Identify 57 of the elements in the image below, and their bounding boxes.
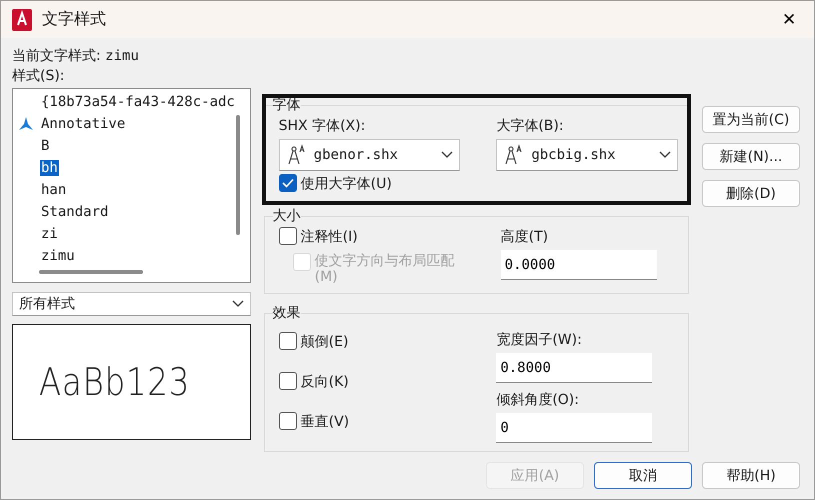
style-filter-dropdown[interactable]: 所有样式 [12, 292, 251, 316]
chevron-down-icon [659, 151, 672, 159]
field-label: 倾斜角度(O): [496, 391, 580, 410]
style-item[interactable]: B [19, 135, 250, 157]
oblique-angle-field[interactable]: 0 [496, 413, 652, 443]
field-label: 宽度因子(W): [496, 331, 583, 350]
current-style-text: 当前文字样式: zimu [12, 47, 140, 66]
checkbox[interactable] [278, 412, 297, 430]
checkbox[interactable] [278, 332, 297, 350]
side-button[interactable]: 删除(D) [702, 180, 800, 207]
side-button[interactable]: 新建(N)... [702, 143, 800, 170]
checkbox[interactable] [278, 372, 297, 390]
style-item[interactable]: zi [19, 223, 250, 245]
checkbox-label: 使用大字体(U) [300, 175, 392, 194]
style-item[interactable]: bh [19, 157, 250, 179]
group-title: 效果 [272, 304, 301, 322]
checkbox-label: 反向(K) [300, 373, 349, 392]
checkbox-row[interactable]: 颠倒(E) [278, 332, 460, 352]
field-label: SHX 字体(X): [278, 117, 366, 136]
scrollbar-thumb[interactable] [236, 115, 240, 235]
font-dropdown[interactable]: gbenor.shx [278, 139, 460, 171]
field-label: 高度(T) [500, 228, 550, 247]
height-field[interactable]: 0.0000 [500, 250, 657, 280]
checkbox-label: 使文字方向与布局匹配(M) [314, 253, 456, 285]
checkbox-label: 注释性(I) [300, 228, 358, 247]
group-title: 大小 [272, 207, 301, 225]
dialog-button[interactable]: 取消 [594, 462, 692, 489]
chevron-down-icon [232, 300, 244, 308]
font-dropdown[interactable]: gbcbig.shx [496, 139, 678, 171]
checkbox-row[interactable]: 垂直(V) [278, 412, 460, 432]
side-button[interactable]: 置为当前(C) [702, 106, 800, 133]
chevron-down-icon [441, 151, 454, 159]
styles-list[interactable]: {18b73a54-fa43-428c-adc Annotative B bh han Standard zi zimu [12, 88, 251, 283]
scrollbar-thumb[interactable] [39, 270, 143, 274]
width-factor-field[interactable]: 0.8000 [496, 353, 652, 383]
checkbox[interactable] [278, 174, 297, 192]
checkbox-label: 垂直(V) [300, 413, 350, 432]
window-title: 文字样式 [42, 9, 107, 30]
styles-label: 样式(S): [12, 67, 66, 86]
checkbox-row[interactable]: 反向(K) [278, 372, 460, 392]
style-item[interactable]: {18b73a54-fa43-428c-adc [19, 91, 250, 113]
check-icon [282, 178, 294, 188]
checkbox-label: 颠倒(E) [300, 333, 348, 352]
close-button[interactable]: ✕ [774, 4, 804, 34]
checkbox-row[interactable]: 使用大字体(U) [278, 174, 678, 194]
style-item[interactable]: zimu [19, 245, 250, 267]
dialog-button[interactable]: 帮助(H) [702, 462, 800, 489]
style-item[interactable]: Standard [19, 201, 250, 223]
group-title: 字体 [272, 96, 301, 114]
checkbox-row[interactable]: 注释性(I) [278, 227, 465, 247]
annotative-icon [19, 117, 33, 131]
style-item[interactable]: han [19, 179, 250, 201]
preview-text: AaBb123 [39, 360, 190, 404]
field-label: 大字体(B): [496, 117, 565, 136]
app-logo-icon [12, 8, 32, 30]
style-item[interactable]: Annotative [19, 113, 250, 135]
checkbox[interactable] [278, 227, 297, 245]
